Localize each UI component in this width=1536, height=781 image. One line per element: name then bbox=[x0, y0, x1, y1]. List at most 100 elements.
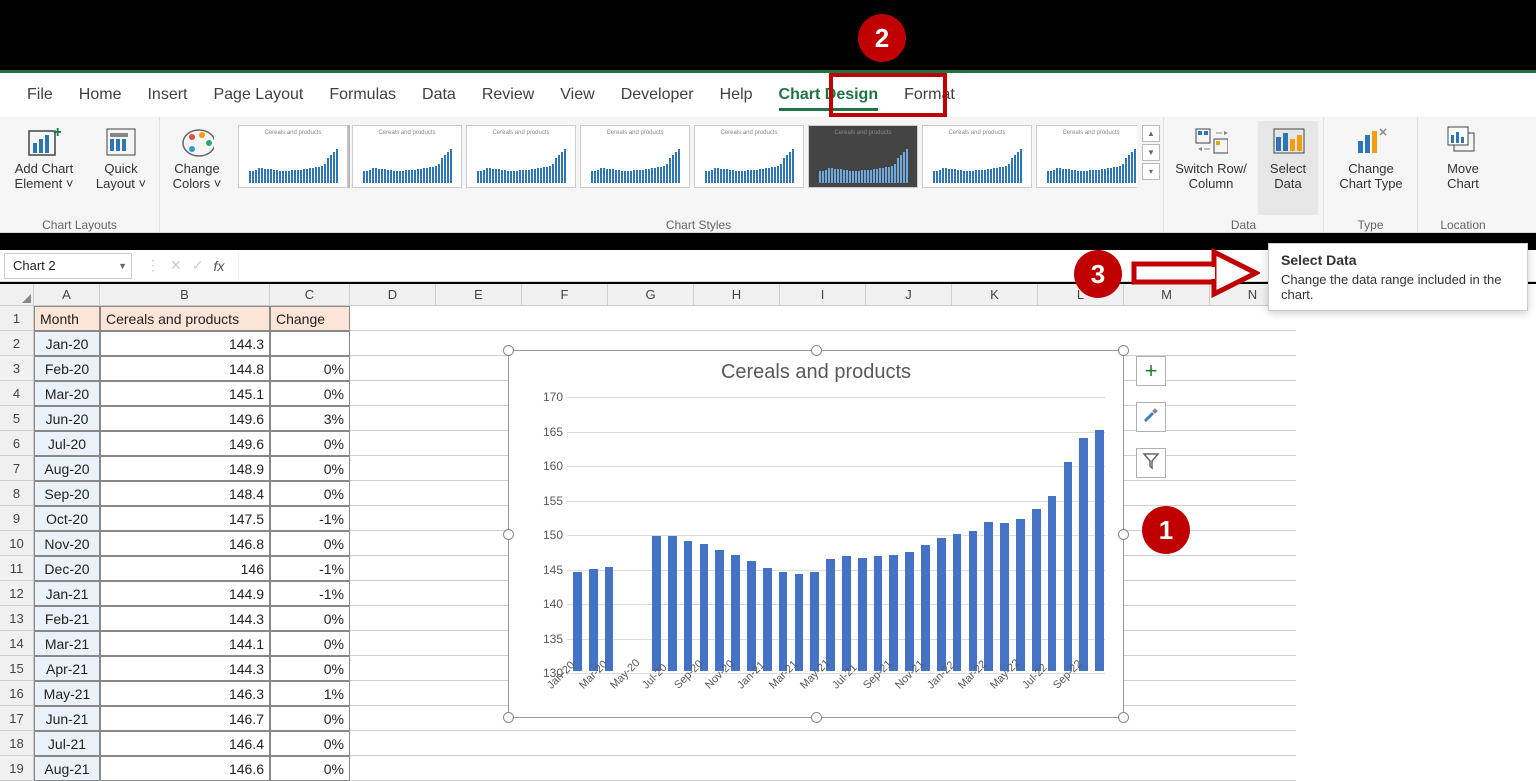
row-header[interactable]: 10 bbox=[0, 531, 34, 556]
cell[interactable]: 0% bbox=[270, 631, 350, 656]
chart-bar[interactable] bbox=[779, 572, 788, 671]
chart-bar[interactable] bbox=[810, 572, 819, 671]
cell[interactable]: 0% bbox=[270, 706, 350, 731]
cell[interactable]: Jan-20 bbox=[34, 331, 100, 356]
cell[interactable]: 144.1 bbox=[100, 631, 270, 656]
column-header[interactable]: G bbox=[608, 284, 694, 306]
cell[interactable]: 145.1 bbox=[100, 381, 270, 406]
change-chart-type-button[interactable]: Change Chart Type bbox=[1328, 121, 1414, 192]
cancel-icon[interactable]: ✕ bbox=[170, 257, 182, 274]
chart-bar[interactable] bbox=[842, 556, 851, 671]
chart-bar[interactable] bbox=[937, 538, 946, 671]
embedded-chart[interactable]: Cereals and products 1301351401451501551… bbox=[508, 350, 1124, 718]
move-chart-button[interactable]: Move Chart bbox=[1430, 121, 1496, 192]
chart-bar[interactable] bbox=[684, 541, 693, 671]
column-header[interactable]: F bbox=[522, 284, 608, 306]
cell[interactable]: Jul-20 bbox=[34, 431, 100, 456]
tab-home[interactable]: Home bbox=[66, 73, 135, 117]
resize-handle[interactable] bbox=[811, 712, 822, 723]
cell[interactable]: 0% bbox=[270, 456, 350, 481]
cell[interactable]: Jun-21 bbox=[34, 706, 100, 731]
cell[interactable]: Month bbox=[34, 306, 100, 331]
cell[interactable]: Nov-20 bbox=[34, 531, 100, 556]
cell[interactable]: Aug-20 bbox=[34, 456, 100, 481]
cell[interactable]: 146.3 bbox=[100, 681, 270, 706]
chart-bar[interactable] bbox=[921, 545, 930, 671]
cell[interactable]: 0% bbox=[270, 531, 350, 556]
column-header[interactable]: I bbox=[780, 284, 866, 306]
cell[interactable]: 0% bbox=[270, 381, 350, 406]
add-chart-element-button[interactable]: + Add Chart Element ˅ bbox=[6, 121, 82, 192]
column-header[interactable]: C bbox=[270, 284, 350, 306]
cell[interactable]: 148.9 bbox=[100, 456, 270, 481]
cell[interactable]: 0% bbox=[270, 431, 350, 456]
cell[interactable]: 146.4 bbox=[100, 731, 270, 756]
chart-title[interactable]: Cereals and products bbox=[509, 361, 1123, 384]
resize-handle[interactable] bbox=[503, 529, 514, 540]
chart-style-thumb[interactable]: Cereals and products bbox=[808, 125, 918, 188]
chart-bar[interactable] bbox=[1000, 523, 1009, 671]
tab-formulas[interactable]: Formulas bbox=[316, 73, 409, 117]
chart-styles-spinner[interactable]: ▲ ▼ ▾ bbox=[1142, 125, 1160, 188]
cell[interactable]: 149.6 bbox=[100, 431, 270, 456]
cell[interactable]: Oct-20 bbox=[34, 506, 100, 531]
chart-bar[interactable] bbox=[1079, 438, 1088, 671]
resize-handle[interactable] bbox=[1118, 712, 1129, 723]
select-all-corner[interactable] bbox=[0, 284, 34, 306]
chart-style-thumb[interactable]: Cereals and products bbox=[1036, 125, 1137, 188]
chart-bar[interactable] bbox=[652, 536, 661, 671]
cell[interactable]: 0% bbox=[270, 481, 350, 506]
tab-format[interactable]: Format bbox=[891, 73, 968, 117]
cell[interactable]: 3% bbox=[270, 406, 350, 431]
row-header[interactable]: 12 bbox=[0, 581, 34, 606]
cell[interactable]: Jun-20 bbox=[34, 406, 100, 431]
chart-styles-down[interactable]: ▼ bbox=[1142, 144, 1160, 161]
chart-styles-up[interactable]: ▲ bbox=[1142, 125, 1160, 142]
chart-bar[interactable] bbox=[668, 536, 677, 671]
chart-style-thumb[interactable]: Cereals and products bbox=[922, 125, 1032, 188]
change-colors-button[interactable]: Change Colors ˅ bbox=[162, 121, 232, 192]
chart-styles-button[interactable] bbox=[1136, 402, 1166, 432]
cell[interactable]: 0% bbox=[270, 356, 350, 381]
tab-help[interactable]: Help bbox=[707, 73, 766, 117]
chart-bar[interactable] bbox=[984, 522, 993, 671]
chart-elements-button[interactable]: + bbox=[1136, 356, 1166, 386]
chart-bar[interactable] bbox=[905, 552, 914, 671]
cell[interactable]: May-21 bbox=[34, 681, 100, 706]
row-header[interactable]: 17 bbox=[0, 706, 34, 731]
chart-bar[interactable] bbox=[573, 572, 582, 671]
cell[interactable]: -1% bbox=[270, 556, 350, 581]
resize-handle[interactable] bbox=[1118, 345, 1129, 356]
chart-bar[interactable] bbox=[763, 568, 772, 671]
row-header[interactable]: 6 bbox=[0, 431, 34, 456]
cell[interactable]: Dec-20 bbox=[34, 556, 100, 581]
cell[interactable]: 1% bbox=[270, 681, 350, 706]
column-header[interactable]: A bbox=[34, 284, 100, 306]
chart-bar[interactable] bbox=[889, 555, 898, 671]
column-header[interactable]: D bbox=[350, 284, 436, 306]
name-box[interactable]: Chart 2 ▼ bbox=[4, 253, 132, 279]
cell[interactable]: Jan-21 bbox=[34, 581, 100, 606]
chart-styles-more[interactable]: ▾ bbox=[1142, 163, 1160, 180]
chart-bar[interactable] bbox=[953, 534, 962, 671]
cell[interactable]: 0% bbox=[270, 656, 350, 681]
chart-bar[interactable] bbox=[605, 567, 614, 671]
chart-bar[interactable] bbox=[1048, 496, 1057, 671]
chart-style-thumb[interactable]: Cereals and products bbox=[694, 125, 804, 188]
column-header[interactable]: H bbox=[694, 284, 780, 306]
column-header[interactable]: J bbox=[866, 284, 952, 306]
cell[interactable]: 0% bbox=[270, 731, 350, 756]
resize-handle[interactable] bbox=[503, 345, 514, 356]
row-header[interactable]: 18 bbox=[0, 731, 34, 756]
fx-icon[interactable]: fx bbox=[213, 258, 224, 274]
cell[interactable]: Jul-21 bbox=[34, 731, 100, 756]
row-header[interactable]: 5 bbox=[0, 406, 34, 431]
row-header[interactable]: 11 bbox=[0, 556, 34, 581]
row-header[interactable]: 4 bbox=[0, 381, 34, 406]
cell[interactable]: Cereals and products bbox=[100, 306, 270, 331]
tab-page-layout[interactable]: Page Layout bbox=[200, 73, 316, 117]
cell[interactable]: 147.5 bbox=[100, 506, 270, 531]
tab-review[interactable]: Review bbox=[469, 73, 547, 117]
cell[interactable]: Feb-21 bbox=[34, 606, 100, 631]
chart-bar[interactable] bbox=[1095, 430, 1104, 672]
